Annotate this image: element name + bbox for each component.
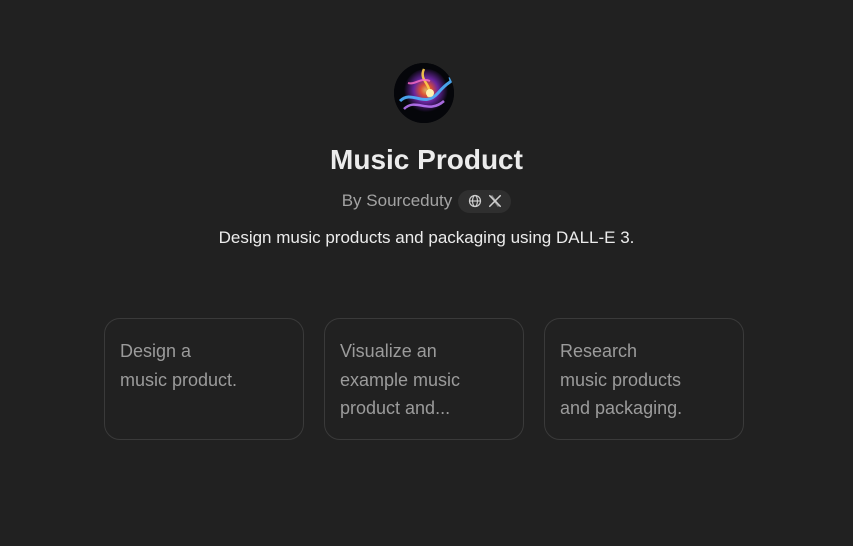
social-links xyxy=(458,189,512,213)
swirl-art-icon xyxy=(394,63,454,123)
gpt-landing: Music Product By Sourceduty Design music… xyxy=(0,0,853,546)
globe-icon[interactable] xyxy=(468,194,482,208)
starter-text: Visualize an example music product and..… xyxy=(340,341,461,418)
starter-card[interactable]: Visualize an example music product and..… xyxy=(324,318,524,440)
starter-text: Research music products and packaging. xyxy=(560,341,683,418)
author-name: By Sourceduty xyxy=(341,191,453,210)
starter-text: Design a music product. xyxy=(120,341,238,390)
starter-card[interactable]: Design a music product. xyxy=(104,318,304,440)
conversation-starters: Design a music product. Visualize an exa… xyxy=(104,318,744,440)
gpt-title: Music Product xyxy=(330,144,523,175)
x-logo-icon[interactable] xyxy=(488,194,502,208)
gpt-description: Design music products and packaging usin… xyxy=(218,228,635,247)
gpt-avatar xyxy=(394,63,454,123)
author-byline: By Sourceduty xyxy=(0,189,853,213)
starter-card[interactable]: Research music products and packaging. xyxy=(544,318,744,440)
